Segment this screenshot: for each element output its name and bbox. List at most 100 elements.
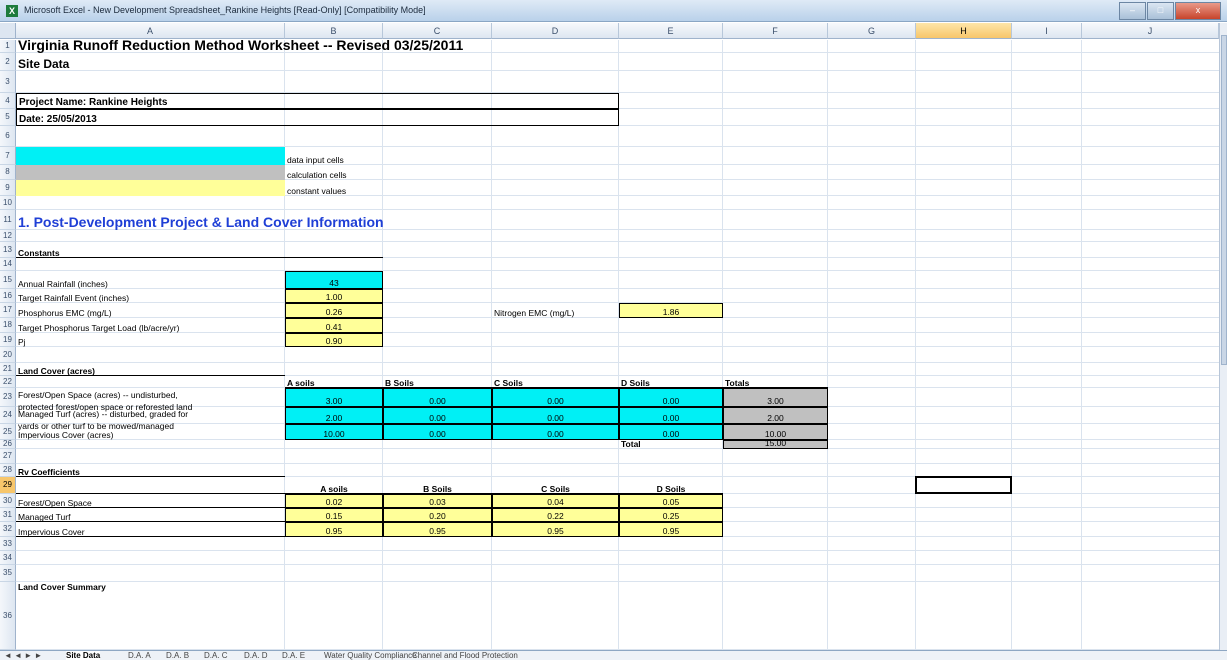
row-header-27[interactable]: 27 (0, 449, 16, 464)
constant-value-cell[interactable]: 0.90 (285, 333, 383, 347)
row-header-35[interactable]: 35 (0, 565, 16, 582)
constant-value-cell[interactable]: 0.41 (285, 318, 383, 333)
sheet-tab-d-a-d[interactable]: D.A. D (244, 651, 268, 660)
land-cover-value-cell[interactable]: 0.00 (492, 388, 619, 407)
row-header-29[interactable]: 29 (0, 477, 16, 494)
land-cover-value-cell[interactable]: 3.00 (285, 388, 383, 407)
row-header-1[interactable]: 1 (0, 40, 16, 53)
rv-value-cell[interactable]: 0.02 (285, 494, 383, 508)
column-header-f[interactable]: F (723, 23, 828, 39)
sheet-tab-d-a-b[interactable]: D.A. B (166, 651, 189, 660)
excel-app-icon[interactable]: X (6, 5, 18, 17)
land-cover-value-cell[interactable]: 0.00 (492, 424, 619, 440)
row-header-2[interactable]: 2 (0, 53, 16, 71)
row-header-28[interactable]: 28 (0, 464, 16, 477)
minimize-button[interactable]: – (1119, 2, 1146, 20)
land-cover-value-cell[interactable]: 0.00 (383, 424, 492, 440)
rv-value-cell[interactable]: 0.05 (619, 494, 723, 508)
legend-input-swatch (16, 147, 285, 165)
date-field[interactable]: Date: 25/05/2013 (16, 109, 619, 126)
row-header-11[interactable]: 11 (0, 210, 16, 230)
column-header-d[interactable]: D (492, 23, 619, 39)
constant-value-cell[interactable]: 43 (285, 271, 383, 289)
rv-value-cell[interactable]: 0.20 (383, 508, 492, 522)
row-header-25[interactable]: 25 (0, 424, 16, 440)
row-header-3[interactable]: 3 (0, 71, 16, 93)
land-cover-value-cell[interactable]: 2.00 (285, 407, 383, 424)
row-header-26[interactable]: 26 (0, 440, 16, 449)
land-cover-value-cell[interactable]: 0.00 (383, 388, 492, 407)
column-header-e[interactable]: E (619, 23, 723, 39)
row-header-10[interactable]: 10 (0, 196, 16, 210)
rv-col-header: C Soils (541, 484, 570, 494)
selected-cell-h29[interactable] (915, 476, 1012, 494)
row-header-20[interactable]: 20 (0, 347, 16, 363)
row-header-6[interactable]: 6 (0, 126, 16, 147)
sheet-tab-d-a-e[interactable]: D.A. E (282, 651, 305, 660)
row-header-21[interactable]: 21 (0, 363, 16, 376)
sheet-tab-d-a-a[interactable]: D.A. A (128, 651, 151, 660)
row-header-36[interactable]: 36 (0, 582, 16, 650)
row-header-8[interactable]: 8 (0, 165, 16, 180)
select-all-corner[interactable] (0, 23, 16, 39)
row-header-24[interactable]: 24 (0, 407, 16, 424)
scrollbar-thumb[interactable] (1221, 35, 1227, 365)
rv-value-cell[interactable]: 0.22 (492, 508, 619, 522)
rv-value-cell[interactable]: 0.04 (492, 494, 619, 508)
project-name-field[interactable]: Project Name: Rankine Heights (16, 93, 619, 109)
row-header-31[interactable]: 31 (0, 508, 16, 522)
tab-scroll-buttons[interactable]: ◄ ◄ ► ► (4, 651, 42, 660)
rv-value-cell[interactable]: 0.95 (619, 522, 723, 537)
rv-value-cell[interactable]: 0.03 (383, 494, 492, 508)
row-header-15[interactable]: 15 (0, 271, 16, 289)
land-cover-value-cell[interactable]: 0.00 (383, 407, 492, 424)
sheet-title: Virginia Runoff Reduction Method Workshe… (18, 37, 464, 53)
land-cover-value-cell[interactable]: 0.00 (619, 388, 723, 407)
row-header-14[interactable]: 14 (0, 258, 16, 271)
land-cover-underline (16, 375, 285, 376)
row-header-33[interactable]: 33 (0, 537, 16, 551)
column-header-h[interactable]: H (916, 23, 1012, 39)
rv-value-cell[interactable]: 0.15 (285, 508, 383, 522)
row-header-13[interactable]: 13 (0, 242, 16, 258)
row-header-30[interactable]: 30 (0, 494, 16, 508)
row-header-9[interactable]: 9 (0, 180, 16, 196)
row-header-18[interactable]: 18 (0, 318, 16, 333)
sheet-tab-d-a-c[interactable]: D.A. C (204, 651, 228, 660)
rv-value-cell[interactable]: 0.95 (492, 522, 619, 537)
land-cover-value-cell[interactable]: 0.00 (619, 407, 723, 424)
gridline-col (491, 40, 492, 650)
row-header-5[interactable]: 5 (0, 109, 16, 126)
constant-value-cell[interactable]: 1.00 (285, 289, 383, 303)
maximize-button[interactable]: □ (1147, 2, 1174, 20)
land-cover-value-cell[interactable]: 0.00 (619, 424, 723, 440)
land-cover-value-cell[interactable]: 0.00 (492, 407, 619, 424)
close-button[interactable]: x (1175, 2, 1221, 20)
row-header-4[interactable]: 4 (0, 93, 16, 109)
land-cover-value-cell[interactable]: 10.00 (285, 424, 383, 440)
nitrogen-emc-label: Nitrogen EMC (mg/L) (494, 308, 575, 318)
column-header-g[interactable]: G (828, 23, 916, 39)
row-header-16[interactable]: 16 (0, 289, 16, 303)
nitrogen-emc-cell[interactable]: 1.86 (619, 303, 723, 318)
row-header-34[interactable]: 34 (0, 551, 16, 565)
row-header-22[interactable]: 22 (0, 376, 16, 388)
constant-value-cell[interactable]: 0.26 (285, 303, 383, 318)
sheet-tab-channel-and-flood-protection[interactable]: Channel and Flood Protection (412, 651, 518, 660)
rv-value-cell[interactable]: 0.95 (383, 522, 492, 537)
row-header-32[interactable]: 32 (0, 522, 16, 537)
sheet-tab-water-quality-compliance[interactable]: Water Quality Compliance (324, 651, 417, 660)
rv-value-cell[interactable]: 0.25 (619, 508, 723, 522)
column-header-j[interactable]: J (1082, 23, 1219, 39)
row-header-7[interactable]: 7 (0, 147, 16, 165)
row-header-19[interactable]: 19 (0, 333, 16, 347)
column-header-i[interactable]: I (1012, 23, 1082, 39)
row-header-12[interactable]: 12 (0, 230, 16, 242)
row-header-17[interactable]: 17 (0, 303, 16, 318)
sheet-tab-site-data[interactable]: Site Data (66, 651, 101, 660)
rv-row-line (16, 536, 285, 537)
rv-value-cell[interactable]: 0.95 (285, 522, 383, 537)
constants-heading: Constants (18, 248, 60, 258)
vertical-scrollbar[interactable] (1219, 23, 1227, 650)
row-header-23[interactable]: 23 (0, 388, 16, 407)
